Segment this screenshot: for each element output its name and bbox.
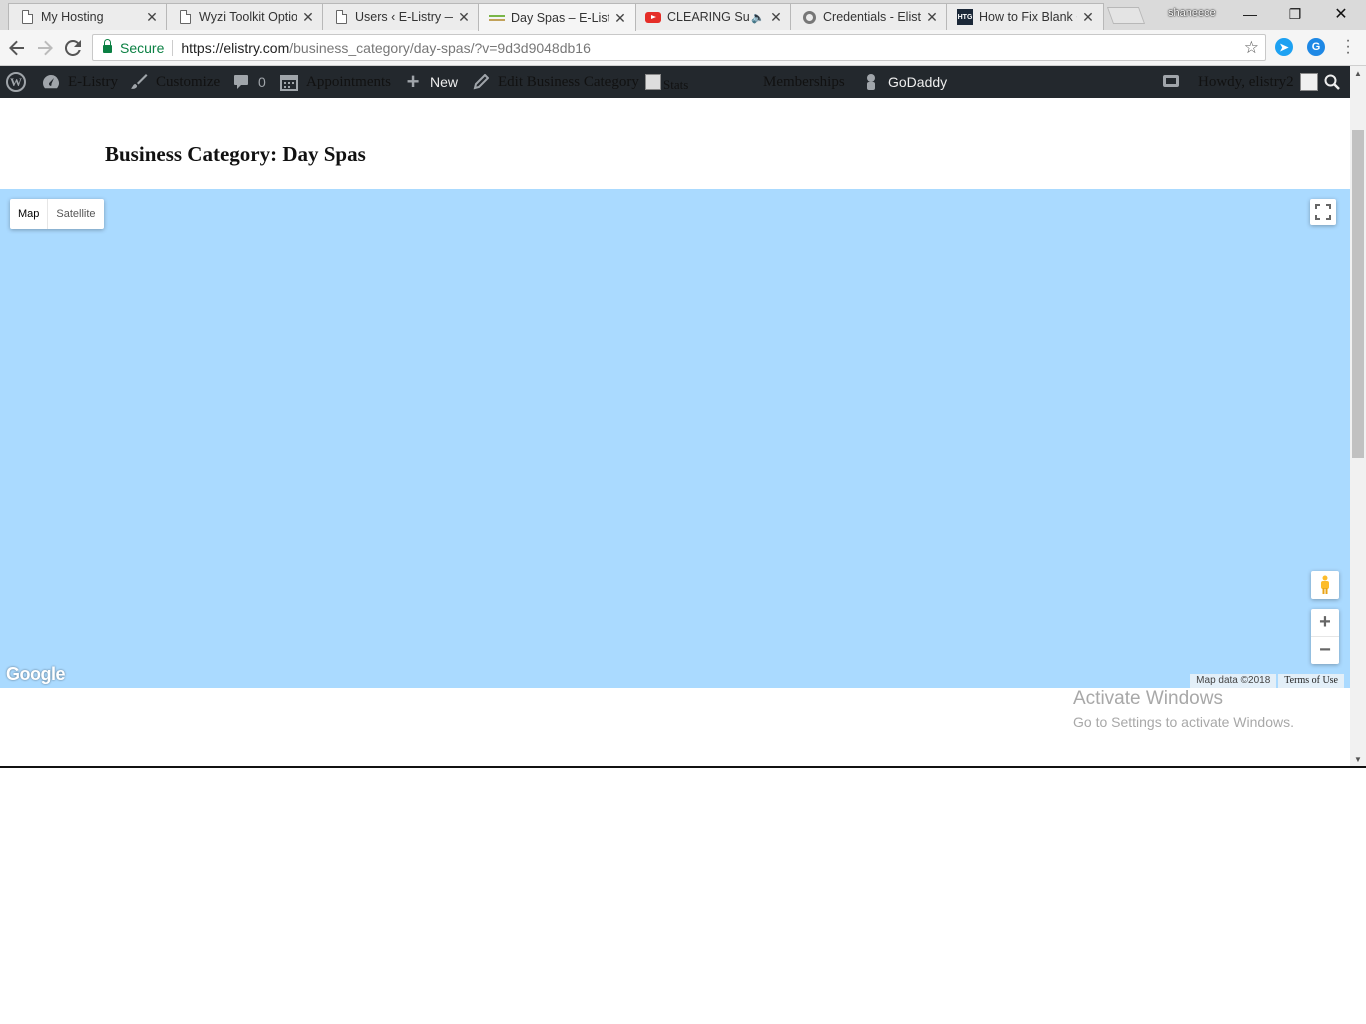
zoom-in-button[interactable]: + (1311, 610, 1339, 637)
notification-icon (1162, 73, 1180, 91)
calendar-icon (280, 73, 298, 91)
search-icon[interactable] (1324, 66, 1340, 98)
scroll-down-arrow-icon[interactable]: ▼ (1350, 752, 1366, 766)
close-icon[interactable]: ✕ (145, 10, 159, 24)
tab-my-hosting[interactable]: My Hosting ✕ (8, 3, 168, 30)
secure-label: Secure (120, 39, 165, 56)
document-icon (333, 9, 349, 25)
document-icon (19, 9, 35, 25)
page-content: Business Category: Day Spas Map Satellit… (0, 98, 1350, 766)
new-content-link[interactable]: + New (404, 66, 458, 98)
address-bar[interactable]: Secure https://elistry.com/business_cate… (92, 34, 1266, 61)
document-icon (177, 9, 193, 25)
zoom-control: + − (1311, 609, 1339, 664)
brush-icon (130, 73, 148, 91)
wp-admin-bar: W E-Listry Customize 0 Appointments + Ne… (0, 66, 1350, 98)
close-icon[interactable]: ✕ (457, 10, 471, 24)
speaker-icon[interactable]: 🔈 (751, 11, 765, 24)
close-icon[interactable]: ✕ (1081, 10, 1095, 24)
edit-category-link[interactable]: Edit Business Category (472, 66, 639, 98)
map-attribution: Map data ©2018 Terms of Use (1190, 674, 1344, 688)
tab-title: Credentials - Elistr (823, 10, 921, 24)
broken-image-icon (645, 74, 661, 90)
telegram-extension-icon[interactable]: ➤ (1275, 38, 1293, 56)
window-bottom-border (0, 766, 1366, 768)
fullscreen-icon (1315, 204, 1331, 220)
lock-icon (103, 39, 112, 53)
url-host: https://elistry.com (181, 39, 290, 56)
map-type-map-button[interactable]: Map (10, 199, 49, 229)
pencil-icon (472, 73, 490, 91)
tab-title: Day Spas – E-Listr (511, 10, 609, 25)
url-path: /business_category/day-spas/?v=9d3d9048d… (289, 39, 591, 56)
activate-windows-subtitle: Go to Settings to activate Windows. (1073, 714, 1294, 730)
scroll-up-arrow-icon[interactable]: ▲ (1350, 66, 1366, 80)
bookmark-star-icon[interactable]: ☆ (1244, 38, 1259, 58)
dashboard-icon (42, 73, 60, 91)
gear-icon (801, 9, 817, 25)
minimize-button[interactable]: — (1227, 0, 1273, 28)
tab-title: My Hosting (41, 10, 104, 24)
forward-icon[interactable] (34, 37, 56, 59)
youtube-icon (645, 9, 661, 25)
restore-button[interactable]: ❐ (1272, 0, 1318, 28)
wordpress-logo-icon[interactable]: W (6, 66, 26, 98)
plus-icon: + (406, 69, 420, 94)
street-view-pegman-button[interactable] (1311, 571, 1339, 599)
my-account-link[interactable]: Howdy, elistry2 (1198, 66, 1318, 98)
htg-icon: HTG (957, 9, 973, 25)
tab-title: How to Fix Blank C (979, 10, 1077, 24)
map-data-label: Map data ©2018 (1190, 674, 1277, 688)
window-close-button[interactable]: ✕ (1318, 0, 1364, 28)
tab-title: Wyzi Toolkit Optio (199, 10, 297, 24)
stats-link[interactable]: Stats (645, 66, 688, 98)
tab-title: Users ‹ E-Listry — (355, 10, 453, 24)
zoom-out-button[interactable]: − (1311, 637, 1339, 664)
godaddy-icon (862, 73, 880, 91)
comment-icon (232, 73, 250, 91)
scroll-thumb[interactable] (1352, 130, 1364, 458)
page-scrollbar[interactable]: ▲ ▼ (1350, 66, 1366, 766)
page-title: Business Category: Day Spas (105, 142, 366, 166)
profile-name[interactable]: shaneece (1168, 7, 1216, 19)
appointments-link[interactable]: Appointments (280, 66, 391, 98)
tab-title: CLEARING Sub (667, 10, 750, 24)
close-icon[interactable]: ✕ (301, 10, 315, 24)
tab-wyzi-toolkit[interactable]: Wyzi Toolkit Optio ✕ (166, 3, 324, 30)
tab-credentials[interactable]: Credentials - Elistr ✕ (790, 3, 948, 30)
tab-users[interactable]: Users ‹ E-Listry — ✕ (322, 3, 480, 30)
pegman-icon (1321, 575, 1329, 594)
map-type-satellite-button[interactable]: Satellite (48, 199, 103, 229)
google-logo[interactable]: Google (6, 664, 66, 685)
close-icon[interactable]: ✕ (769, 10, 783, 24)
avatar (1299, 73, 1318, 91)
browser-toolbar: Secure https://elistry.com/business_cate… (0, 30, 1366, 66)
tab-how-to-fix[interactable]: HTG How to Fix Blank C ✕ (946, 3, 1104, 30)
spa-favicon-icon (489, 10, 505, 26)
comments-link[interactable]: 0 (232, 66, 266, 98)
new-tab-button[interactable] (1106, 7, 1146, 24)
tab-clearing[interactable]: CLEARING Sub 🔈 ✕ (634, 3, 792, 30)
chrome-menu-icon[interactable]: · · · (1343, 33, 1353, 61)
fullscreen-button[interactable] (1310, 199, 1336, 225)
tab-day-spas[interactable]: Day Spas – E-Listr ✕ (478, 3, 636, 31)
notifications-link[interactable] (1162, 66, 1188, 98)
godaddy-link[interactable]: GoDaddy (862, 66, 947, 98)
browser-tab-strip: My Hosting ✕ Wyzi Toolkit Optio ✕ Users … (0, 0, 1366, 31)
close-icon[interactable]: ✕ (613, 11, 627, 25)
reload-icon[interactable] (62, 37, 84, 59)
memberships-link[interactable]: Memberships (763, 66, 845, 98)
activate-windows-title: Activate Windows (1073, 688, 1223, 709)
back-icon[interactable] (6, 37, 28, 59)
site-name-link[interactable]: E-Listry (42, 66, 118, 98)
close-icon[interactable]: ✕ (925, 10, 939, 24)
map-type-control: Map Satellite (10, 199, 104, 229)
grammarly-extension-icon[interactable]: G (1307, 38, 1325, 56)
google-map[interactable]: Map Satellite + − Google Map data ©2018 … (0, 189, 1350, 688)
customize-link[interactable]: Customize (130, 66, 220, 98)
activate-windows-watermark: Activate Windows Go to Settings to activ… (1073, 688, 1294, 730)
terms-of-use-link[interactable]: Terms of Use (1278, 674, 1344, 688)
